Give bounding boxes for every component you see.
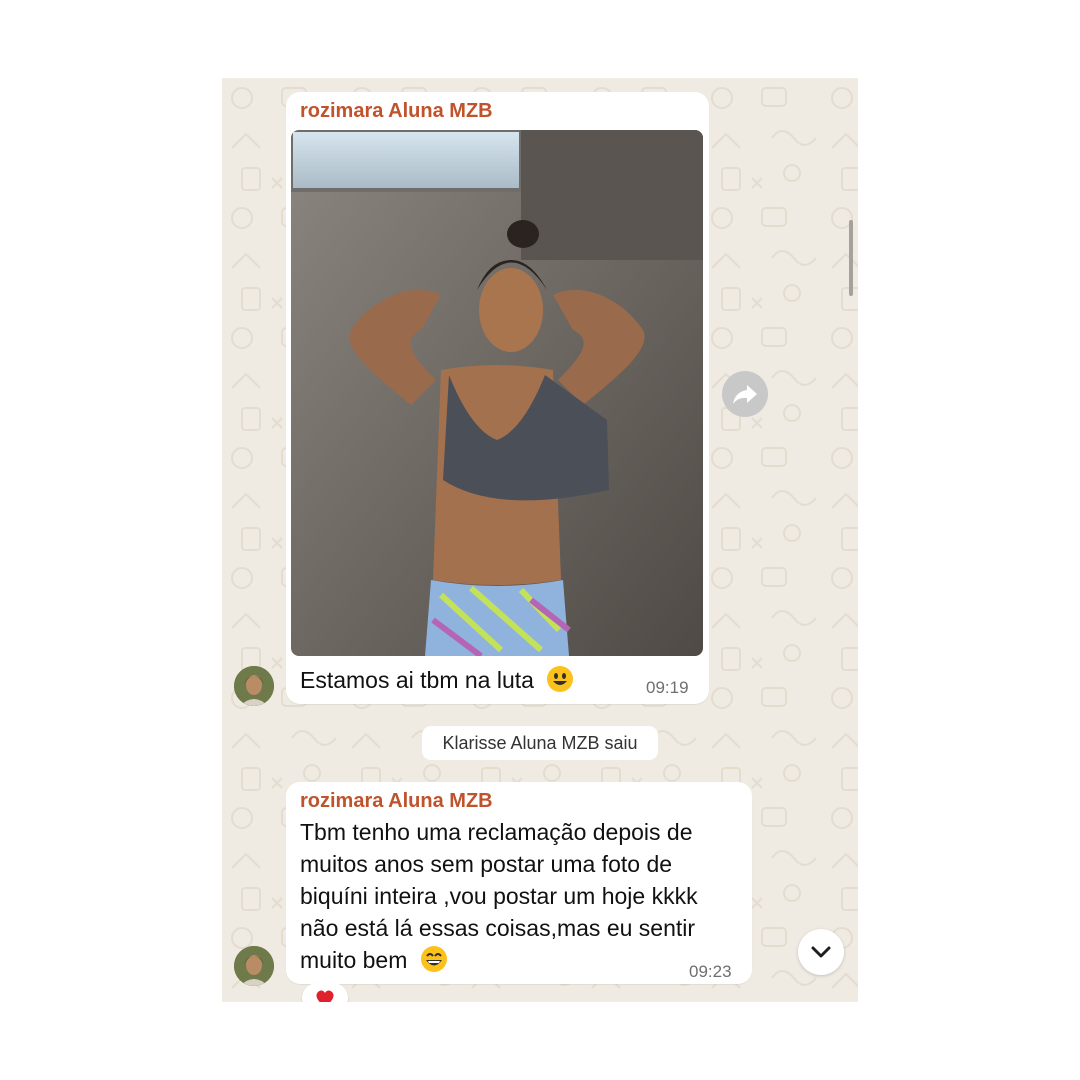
sender-name: rozimara Aluna MZB <box>300 100 493 122</box>
message-bubble-photo[interactable]: rozimara Aluna MZB Estamos ai tbm na lut… <box>286 92 709 704</box>
scrollbar-thumb[interactable] <box>849 220 853 296</box>
scroll-to-bottom-button[interactable] <box>798 929 844 975</box>
message-bubble-text[interactable]: rozimara Aluna MZB Tbm tenho uma reclama… <box>286 782 752 984</box>
photo-image <box>291 130 703 656</box>
avatar[interactable] <box>234 946 274 986</box>
forward-arrow-icon <box>733 385 757 404</box>
red-heart-emoji <box>316 990 334 1002</box>
message-line: não está lá essas coisas,mas eu sentir <box>300 915 696 941</box>
message-line: biquíni inteira ,vou postar um hoje kkkk <box>300 883 698 909</box>
grinning-face-with-smiling-eyes-emoji <box>420 946 447 972</box>
message-line: Tbm tenho uma reclamação depois de <box>300 819 693 845</box>
system-message: Klarisse Aluna MZB saiu <box>422 726 658 760</box>
message-line-last: muito bem <box>300 944 698 976</box>
grinning-face-emoji <box>547 666 574 692</box>
photo-caption: Estamos ai tbm na luta <box>300 664 574 696</box>
message-line-text: muito bem <box>300 947 408 973</box>
sender-name: rozimara Aluna MZB <box>300 790 493 812</box>
avatar-image <box>234 666 274 706</box>
caption-text: Estamos ai tbm na luta <box>300 667 534 693</box>
chevron-down-icon <box>811 946 831 958</box>
avatar-image <box>234 946 274 986</box>
message-time: 09:23 <box>689 962 732 981</box>
avatar[interactable] <box>234 666 274 706</box>
chat-panel: rozimara Aluna MZB Estamos ai tbm na lut… <box>222 78 858 1002</box>
message-photo[interactable] <box>291 130 703 656</box>
message-reaction[interactable] <box>302 983 348 1002</box>
message-line: muitos anos sem postar uma foto de <box>300 851 673 877</box>
message-text: Tbm tenho uma reclamação depois de muito… <box>300 816 698 976</box>
forward-button[interactable] <box>722 371 768 417</box>
message-time: 09:19 <box>646 678 689 697</box>
